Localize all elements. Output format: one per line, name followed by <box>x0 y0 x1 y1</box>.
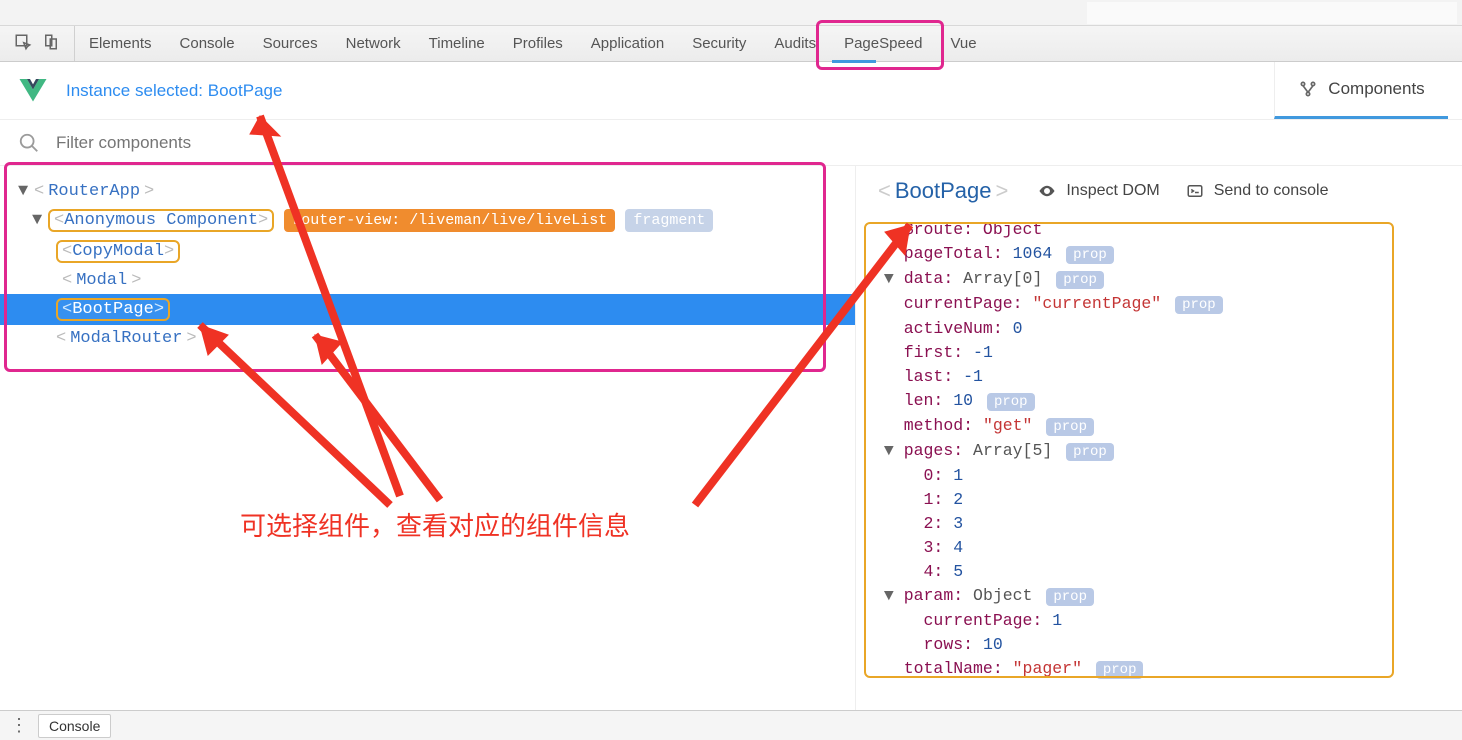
vue-devtools-bar: Instance selected: BootPage Components <box>0 62 1462 120</box>
tab-sources[interactable]: Sources <box>249 26 332 61</box>
tab-audits[interactable]: Audits <box>760 26 830 61</box>
browser-strip <box>0 0 1462 26</box>
component-details-pane: <BootPage> Inspect DOM Send to console $… <box>856 166 1462 710</box>
send-to-console-button[interactable]: Send to console <box>1186 182 1329 200</box>
active-tab-underline <box>832 60 876 63</box>
filter-row <box>0 120 1462 166</box>
device-toolbar-icon[interactable] <box>42 33 60 55</box>
drawer-console-tab[interactable]: Console <box>38 714 111 738</box>
vue-tab-components[interactable]: Components <box>1274 62 1448 119</box>
tab-application[interactable]: Application <box>577 26 678 61</box>
tab-network[interactable]: Network <box>332 26 415 61</box>
annotation-arrow <box>680 210 940 520</box>
selected-component-title: <BootPage> <box>874 178 1012 204</box>
tab-security[interactable]: Security <box>678 26 760 61</box>
inspect-dom-button[interactable]: Inspect DOM <box>1038 182 1159 200</box>
tab-timeline[interactable]: Timeline <box>415 26 499 61</box>
eye-icon <box>1038 182 1056 200</box>
annotation-arrow <box>300 320 480 520</box>
inspect-element-icon[interactable] <box>14 33 32 55</box>
components-icon <box>1298 79 1318 99</box>
components-label: Components <box>1328 79 1424 99</box>
vue-logo-icon <box>18 76 48 106</box>
search-icon <box>18 132 40 154</box>
tab-profiles[interactable]: Profiles <box>499 26 577 61</box>
tab-elements[interactable]: Elements <box>75 26 166 61</box>
tab-pagespeed[interactable]: PageSpeed <box>830 26 936 61</box>
drawer-more-icon[interactable]: ⋮ <box>10 715 28 736</box>
tab-vue[interactable]: Vue <box>936 26 990 61</box>
console-icon <box>1186 182 1204 200</box>
devtools-drawer: ⋮ Console <box>0 710 1462 740</box>
active-minitab <box>1192 2 1232 14</box>
devtools-tabbar: Elements Console Sources Network Timelin… <box>0 26 1462 62</box>
tab-console[interactable]: Console <box>166 26 249 61</box>
props-list[interactable]: $route: Object pageTotal: 1064 prop ▼ da… <box>874 218 1444 682</box>
